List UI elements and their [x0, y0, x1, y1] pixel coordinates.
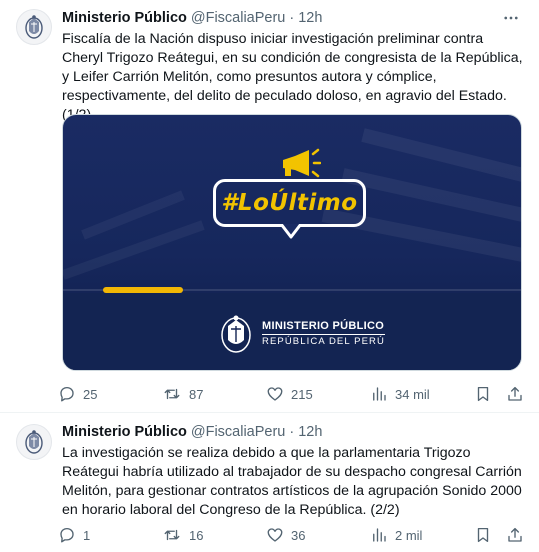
bookmark-icon — [477, 386, 489, 402]
repost-icon — [164, 529, 180, 541]
repost-count: 16 — [189, 527, 204, 543]
tweet-text: Fiscalía de la Nación dispuso iniciar in… — [62, 31, 523, 123]
author-handle[interactable]: @FiscaliaPeru — [191, 424, 286, 440]
like-count: 36 — [291, 527, 306, 543]
hashtag-bubble: #LoÚltimo — [213, 179, 366, 227]
avatar[interactable] — [16, 424, 52, 460]
reply-icon — [60, 527, 74, 543]
tweet-text: La investigación se realiza debido a que… — [62, 445, 522, 518]
separator-dot: · — [289, 424, 295, 440]
timestamp[interactable]: 12h — [298, 424, 322, 440]
share-button[interactable] — [506, 523, 524, 547]
tweet-media-image[interactable]: #LoÚltimo MINISTERIO PÚBLICO REPÚBLICA D… — [62, 114, 522, 371]
views-count: 34 mil — [395, 386, 430, 402]
action-bar: 25 87 215 34 mil — [58, 382, 528, 406]
views-count: 2 mil — [395, 527, 423, 543]
like-count: 215 — [291, 386, 313, 402]
views-button[interactable]: 2 mil — [370, 523, 422, 547]
tweet[interactable]: Ministerio Público @FiscaliaPeru · 12h F… — [0, 0, 539, 413]
reply-button[interactable]: 25 — [58, 382, 97, 406]
views-icon — [373, 528, 386, 542]
timestamp[interactable]: 12h — [298, 10, 322, 26]
logo-text: MINISTERIO PÚBLICO REPÚBLICA DEL PERÚ — [262, 320, 385, 347]
reply-count: 25 — [83, 386, 98, 402]
like-button[interactable]: 215 — [266, 382, 313, 406]
tweet-header: Ministerio Público @FiscaliaPeru · 12h — [62, 422, 322, 442]
hashtag-text: #LoÚltimo — [221, 190, 358, 216]
bubble-tail — [279, 224, 303, 239]
repost-button[interactable]: 87 — [162, 382, 203, 406]
reply-button[interactable]: 1 — [58, 523, 90, 547]
coat-of-arms-icon — [25, 15, 43, 39]
bookmark-button[interactable] — [474, 523, 492, 547]
tweet-header: Ministerio Público @FiscaliaPeru · 12h — [62, 8, 322, 28]
bookmark-button[interactable] — [474, 382, 492, 406]
repost-count: 87 — [189, 386, 204, 402]
share-icon — [508, 386, 522, 401]
repost-button[interactable]: 16 — [162, 523, 203, 547]
action-bar: 1 16 36 2 mil — [58, 523, 528, 547]
logo-subtitle: REPÚBLICA DEL PERÚ — [262, 333, 385, 347]
author-handle[interactable]: @FiscaliaPeru — [191, 10, 286, 26]
share-button[interactable] — [506, 382, 524, 406]
more-icon[interactable] — [497, 6, 525, 30]
reply-icon — [60, 386, 74, 402]
logo-title: MINISTERIO PÚBLICO — [262, 319, 385, 332]
author-name[interactable]: Ministerio Público — [62, 10, 187, 26]
accent-bar — [103, 287, 183, 293]
ministerio-logo: MINISTERIO PÚBLICO REPÚBLICA DEL PERÚ — [218, 311, 385, 355]
share-icon — [508, 527, 522, 542]
coat-of-arms-icon — [25, 430, 43, 454]
like-icon — [267, 528, 283, 542]
repost-icon — [164, 388, 180, 400]
tweet[interactable]: Ministerio Público @FiscaliaPeru · 12h L… — [0, 413, 539, 552]
emblem-icon — [221, 315, 251, 353]
views-icon — [373, 387, 386, 401]
like-icon — [267, 387, 283, 401]
reply-count: 1 — [83, 527, 91, 543]
bookmark-icon — [477, 527, 489, 543]
author-name[interactable]: Ministerio Público — [62, 424, 187, 440]
separator-dot: · — [289, 10, 295, 26]
avatar[interactable] — [16, 9, 52, 45]
views-button[interactable]: 34 mil — [370, 382, 430, 406]
like-button[interactable]: 36 — [266, 523, 305, 547]
